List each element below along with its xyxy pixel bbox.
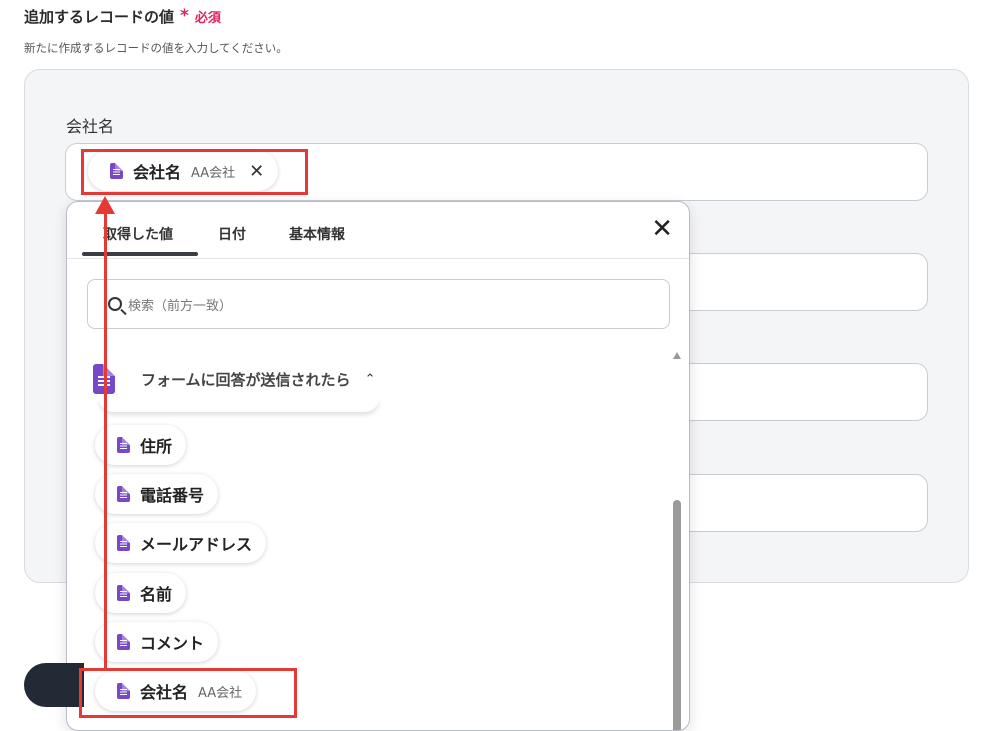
picker-tabs: 取得した値 日付 基本情報 ✕ [67, 202, 689, 259]
section-title-text: 追加するレコードの値 [24, 8, 175, 26]
google-forms-icon [117, 535, 130, 551]
google-forms-icon [117, 437, 130, 453]
annotation-arrow-line [104, 210, 107, 670]
required-label: 必須 [194, 11, 221, 26]
search-placeholder: 検索（前方一致） [128, 298, 233, 314]
group-label: フォームに回答が送信されたら [141, 370, 351, 389]
item-name: 名前 [140, 585, 173, 604]
item-name: 電話番号 [140, 486, 205, 505]
list-item[interactable]: 名前 [95, 573, 187, 613]
scroll-up-icon[interactable] [673, 352, 681, 359]
tab-date[interactable]: 日付 [218, 224, 246, 244]
section-description: 新たに作成するレコードの値を入力してください。 [24, 41, 288, 55]
search-input[interactable]: 検索（前方一致） [87, 279, 670, 329]
group-header-form-submitted[interactable]: フォームに回答が送信されたら ⌃ [93, 364, 375, 394]
group-divider [99, 398, 379, 412]
google-forms-icon [117, 486, 130, 502]
close-icon[interactable]: ✕ [651, 216, 673, 242]
section-title: 追加するレコードの値 * 必須 [24, 6, 221, 27]
item-name: 住所 [140, 437, 173, 456]
item-name: メールアドレス [140, 535, 253, 554]
search-icon [108, 297, 122, 311]
chevron-up-icon: ⌃ [364, 371, 376, 387]
scrollbar[interactable] [671, 350, 683, 730]
google-forms-icon [117, 634, 130, 650]
required-mark: * [180, 6, 189, 26]
tab-acquired-values[interactable]: 取得した値 [103, 224, 173, 244]
highlight-box-token [81, 149, 308, 195]
submit-button[interactable] [24, 663, 84, 707]
list-item[interactable]: コメント [95, 622, 219, 662]
google-forms-icon [117, 585, 130, 601]
active-tab-indicator [82, 252, 198, 256]
highlight-box-item [79, 668, 297, 718]
list-item[interactable]: メールアドレス [95, 523, 267, 563]
company-name-label: 会社名 [66, 117, 115, 136]
value-picker-dropdown: 取得した値 日付 基本情報 ✕ 検索（前方一致） フォームに回答が送信されたら … [66, 201, 690, 731]
list-item[interactable]: 住所 [95, 425, 187, 465]
item-name: コメント [140, 634, 205, 653]
scrollbar-thumb[interactable] [673, 500, 681, 730]
annotation-arrow-head [95, 196, 115, 214]
list-item[interactable]: 電話番号 [95, 474, 219, 514]
tab-basic-info[interactable]: 基本情報 [289, 224, 345, 244]
